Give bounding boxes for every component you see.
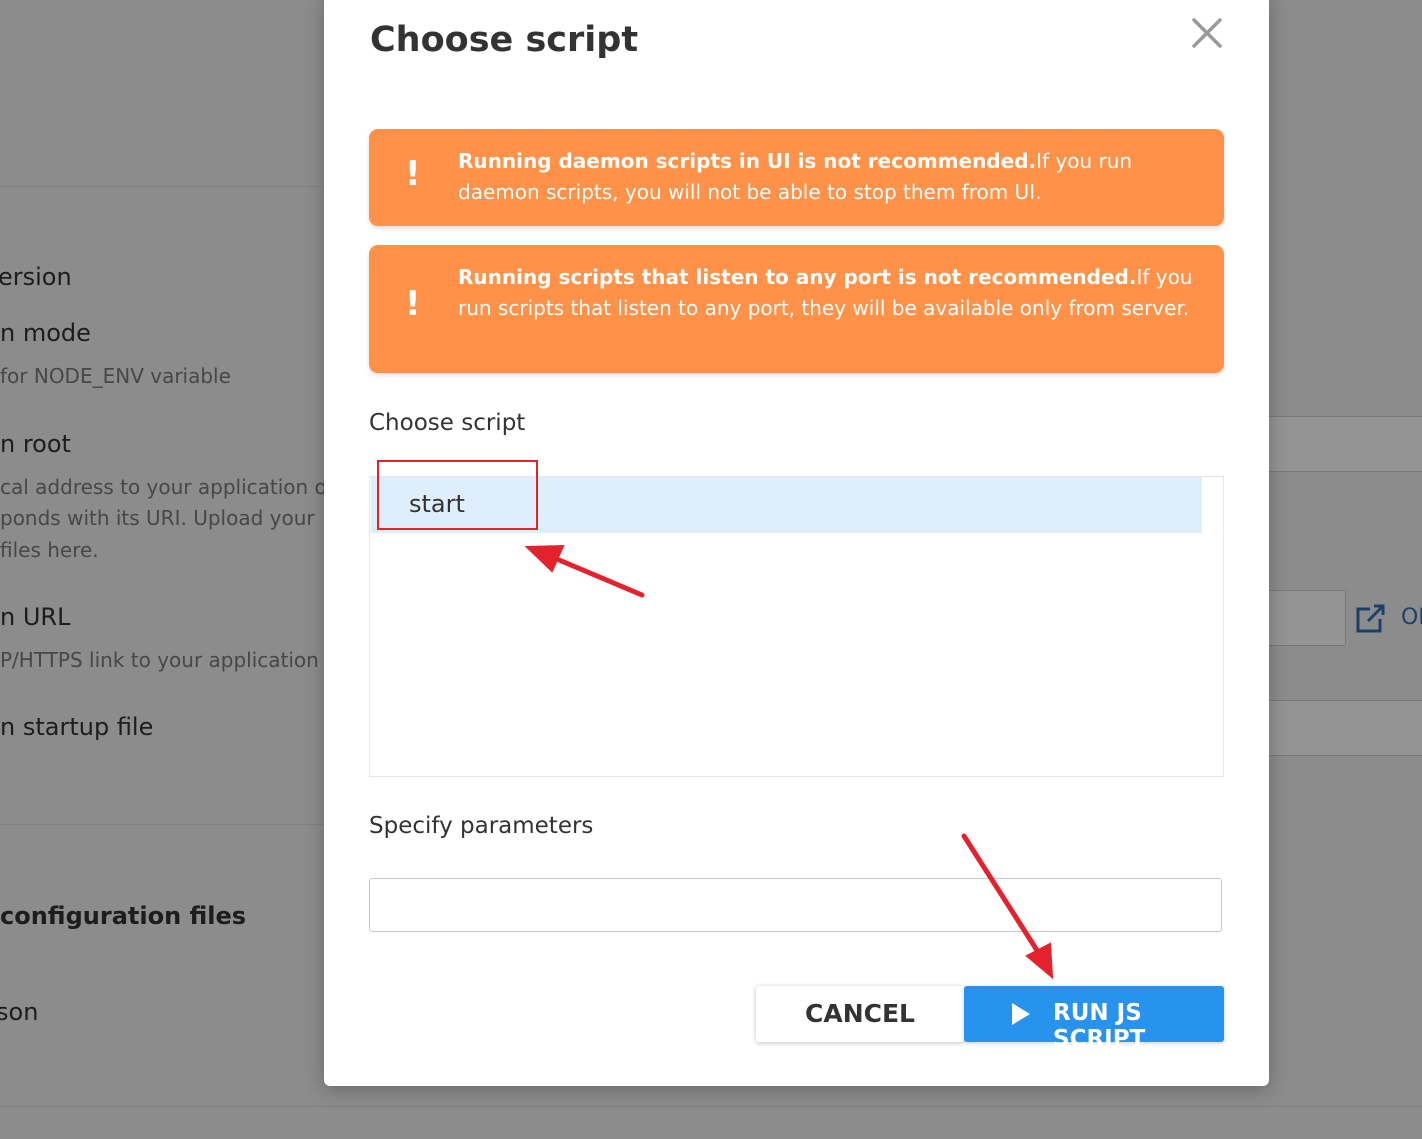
annotation-arrows	[524, 544, 1054, 980]
arrow-to-script	[524, 544, 645, 598]
arrow-to-run-button	[961, 833, 1054, 980]
